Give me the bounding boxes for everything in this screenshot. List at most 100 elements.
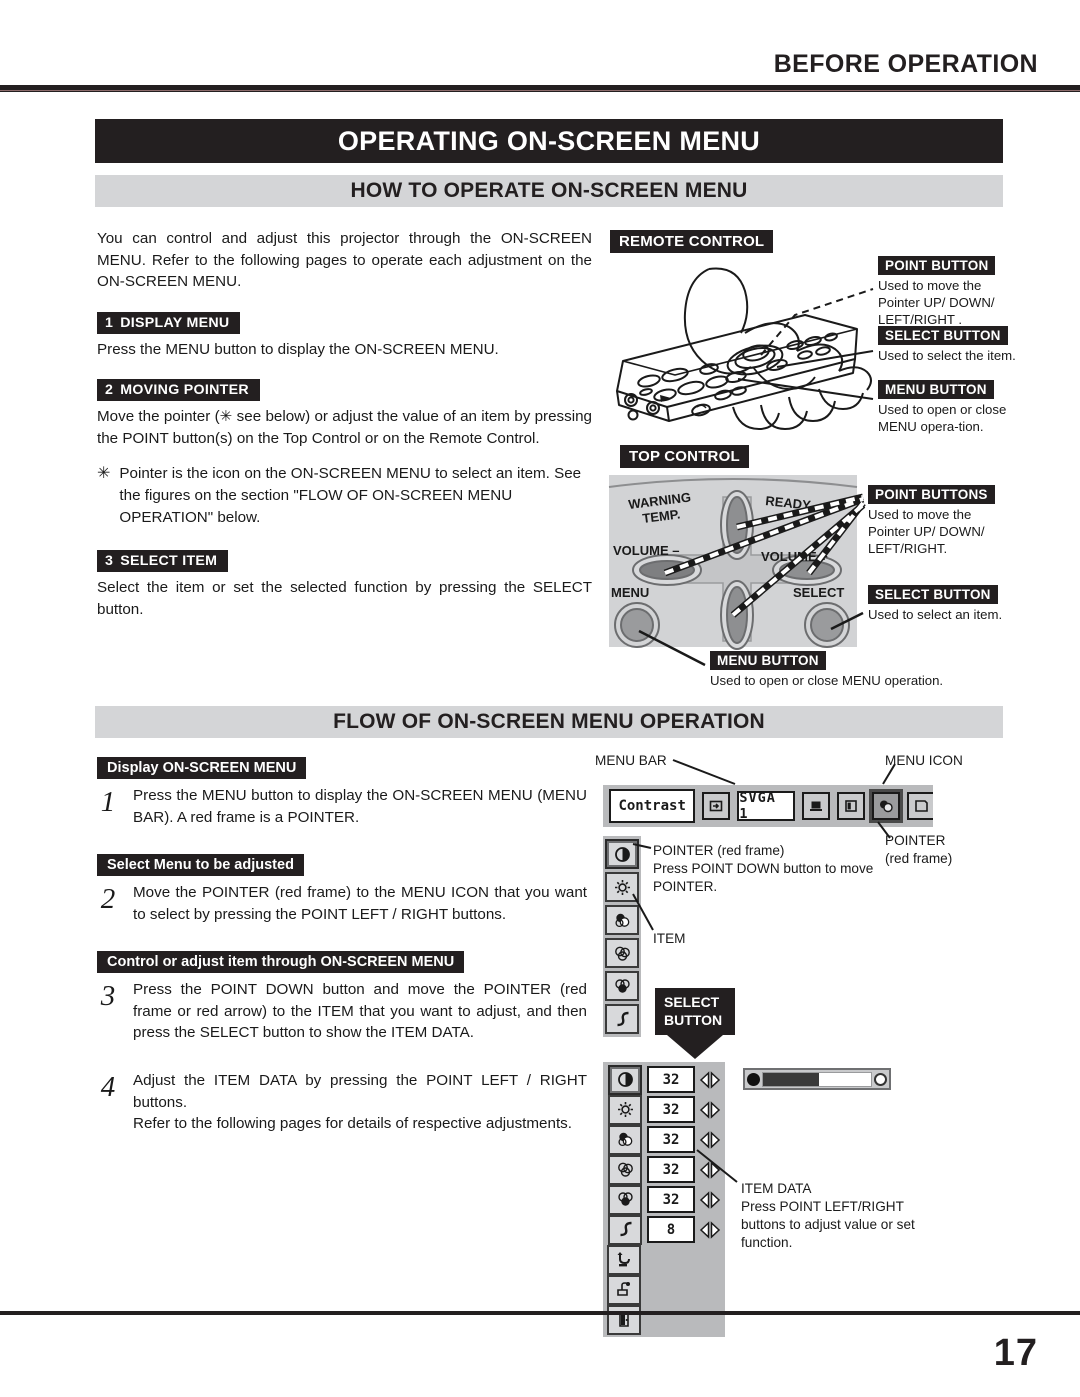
item-row[interactable] bbox=[603, 1274, 725, 1305]
callout-menu-button-top: MENU BUTTON Used to open or close MENU o… bbox=[710, 651, 1010, 689]
section-heading-flow: FLOW OF ON-SCREEN MENU OPERATION bbox=[95, 706, 1003, 738]
remote-control-heading-label: REMOTE CONTROL bbox=[610, 230, 774, 253]
store-icon[interactable] bbox=[607, 1274, 641, 1305]
bottom-rule bbox=[0, 1311, 1080, 1315]
callout-label: POINT BUTTONS bbox=[868, 485, 995, 504]
slider-left-knob bbox=[747, 1072, 760, 1086]
step-text: Adjust the ITEM DATA by pressing the POI… bbox=[133, 1072, 587, 1133]
step-number: 1 bbox=[100, 786, 116, 818]
item-value: 32 bbox=[647, 1156, 695, 1183]
slider-track[interactable] bbox=[762, 1071, 872, 1087]
slider-fill bbox=[763, 1072, 820, 1086]
top-control-illustration: WARNING TEMP. READY VOLUME – VOLUME + ME… bbox=[608, 475, 866, 667]
step-text: Move the POINTER (red frame) to the MENU… bbox=[133, 884, 587, 923]
gamma-icon[interactable] bbox=[608, 1214, 642, 1245]
select-button-line1: SELECT bbox=[664, 994, 720, 1010]
svg-text:VOLUME –: VOLUME – bbox=[613, 543, 679, 558]
color-icon[interactable] bbox=[608, 1124, 642, 1155]
quit-icon[interactable] bbox=[607, 1304, 641, 1335]
callout-desc: Used to move the Pointer UP/ DOWN/ LEFT/… bbox=[878, 278, 995, 328]
step-number: 4 bbox=[100, 1071, 116, 1104]
item-value: 32 bbox=[647, 1096, 695, 1123]
tag-number: 3 bbox=[105, 553, 114, 570]
how-to-operate-text: You can control and adjust this projecto… bbox=[97, 228, 592, 626]
select-button-line2: BUTTON bbox=[664, 1011, 723, 1028]
svg-text:SELECT: SELECT bbox=[793, 585, 844, 600]
callout-desc: Used to move the Pointer UP/ DOWN/ LEFT/… bbox=[868, 507, 985, 557]
remote-control-heading: REMOTE CONTROL bbox=[610, 230, 774, 253]
callout-select-button-top: SELECT BUTTON Used to select an item. bbox=[868, 585, 1016, 623]
left-right-arrow-icon[interactable] bbox=[699, 1220, 721, 1239]
tag-number: 2 bbox=[105, 382, 114, 399]
pointer-note-text: Pointer is the icon on the ON-SCREEN MEN… bbox=[119, 465, 582, 526]
flow-step-1: 1 Press the MENU button to display the O… bbox=[97, 785, 587, 828]
page-title: OPERATING ON-SCREEN MENU bbox=[95, 119, 1003, 163]
menu-flow-figure: MENU BAR MENU ICON Contrast SVGA 1 POINT… bbox=[595, 752, 1015, 1337]
running-head: BEFORE OPERATION bbox=[773, 50, 1038, 78]
item-row[interactable]: 32 bbox=[608, 1184, 721, 1215]
item-value: 8 bbox=[647, 1216, 695, 1243]
step-number: 2 bbox=[100, 883, 116, 916]
flow-step-2: 2 Move the POINTER (red frame) to the ME… bbox=[97, 882, 587, 925]
callout-label: SELECT BUTTON bbox=[868, 585, 998, 604]
manual-page: BEFORE OPERATION OPERATING ON-SCREEN MEN… bbox=[0, 0, 1080, 1397]
item-data-panel: 32 32 32 32 32 8 bbox=[603, 1062, 725, 1337]
gamma-icon[interactable] bbox=[605, 1004, 639, 1034]
callout-menu-button: MENU BUTTON Used to open or close MENU o… bbox=[878, 380, 1018, 435]
flow-step-3: 3 Press the POINT DOWN button and move t… bbox=[97, 979, 587, 1044]
item-value: 32 bbox=[647, 1066, 695, 1093]
item-value: 32 bbox=[647, 1126, 695, 1153]
tag-select-item: 3 SELECT ITEM bbox=[97, 550, 229, 573]
remote-control-illustration bbox=[616, 267, 874, 430]
left-right-arrow-icon[interactable] bbox=[699, 1130, 721, 1149]
pointer-note-label: POINTER (red frame) bbox=[653, 843, 785, 858]
input-icon[interactable] bbox=[702, 792, 731, 820]
contrast-icon[interactable] bbox=[608, 1064, 642, 1095]
step-text: Press the POINT DOWN button and move the… bbox=[133, 981, 587, 1042]
pointer-note-block: POINTER (red frame) Press POINT DOWN but… bbox=[653, 842, 883, 896]
pc-adjust-icon[interactable] bbox=[907, 792, 933, 820]
flow-tag-control-adjust: Control or adjust item through ON-SCREEN… bbox=[97, 951, 465, 974]
computer-icon[interactable] bbox=[802, 792, 830, 820]
slider-right-knob[interactable] bbox=[874, 1072, 887, 1086]
callout-desc: Used to open or close MENU opera-tion. bbox=[878, 402, 1007, 435]
value-slider[interactable] bbox=[743, 1068, 891, 1090]
flow-tag-display: Display ON-SCREEN MENU bbox=[97, 757, 307, 779]
tag-display-menu: 1 DISPLAY MENU bbox=[97, 311, 241, 334]
left-right-arrow-icon[interactable] bbox=[699, 1190, 721, 1209]
item-row[interactable]: 32 bbox=[608, 1094, 721, 1125]
item-data-label: ITEM DATA bbox=[741, 1181, 812, 1196]
left-right-arrow-icon[interactable] bbox=[699, 1070, 721, 1089]
reset-icon[interactable] bbox=[607, 1244, 641, 1275]
brightness-icon[interactable] bbox=[608, 1094, 642, 1125]
screen-icon[interactable] bbox=[837, 792, 865, 820]
callout-desc: Used to select an item. bbox=[868, 607, 1003, 622]
step-number: 3 bbox=[100, 980, 116, 1013]
step-text: Press the MENU button to display the ON-… bbox=[133, 787, 587, 826]
section-heading-how: HOW TO OPERATE ON-SCREEN MENU bbox=[95, 175, 1003, 207]
callout-label: MENU BUTTON bbox=[878, 380, 994, 399]
callout-label: MENU BUTTON bbox=[710, 651, 826, 670]
white-balance-icon[interactable] bbox=[605, 971, 639, 1001]
item-value: 32 bbox=[647, 1186, 695, 1213]
tint-icon[interactable] bbox=[608, 1154, 642, 1185]
top-control-heading-label: TOP CONTROL bbox=[620, 445, 749, 468]
callout-point-button: POINT BUTTON Used to move the Pointer UP… bbox=[878, 256, 1018, 328]
image-icon[interactable] bbox=[869, 789, 903, 823]
item-leader-lines bbox=[632, 843, 654, 931]
tag-label: DISPLAY MENU bbox=[120, 314, 230, 331]
menu-bar-title: Contrast bbox=[609, 789, 696, 823]
top-control-heading: TOP CONTROL bbox=[620, 445, 749, 468]
item-row[interactable]: 32 bbox=[608, 1064, 721, 1095]
item-row[interactable]: 8 bbox=[608, 1214, 721, 1245]
pointer-leader-line bbox=[877, 821, 891, 839]
tint-icon[interactable] bbox=[605, 938, 639, 968]
white-balance-icon[interactable] bbox=[608, 1184, 642, 1215]
item-row[interactable] bbox=[603, 1244, 725, 1275]
page-number: 17 bbox=[993, 1332, 1038, 1374]
left-right-arrow-icon[interactable] bbox=[699, 1100, 721, 1119]
tag-number: 1 bbox=[105, 314, 114, 331]
system-indicator: SVGA 1 bbox=[737, 790, 795, 822]
callout-desc: Used to select the item. bbox=[878, 348, 1016, 363]
item-data-note: ITEM DATA Press POINT LEFT/RIGHT buttons… bbox=[741, 1180, 951, 1252]
